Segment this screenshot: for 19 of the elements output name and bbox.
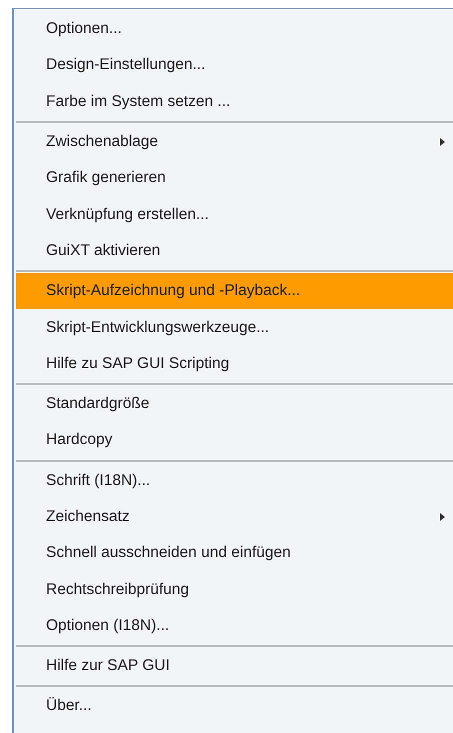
menu-item[interactable]: GuiXT aktivieren xyxy=(16,232,453,270)
menu-item[interactable]: Standardgröße xyxy=(16,386,453,422)
menu-item[interactable]: Farbe im System setzen ... xyxy=(16,84,453,120)
menu-item[interactable]: Über... xyxy=(16,688,453,725)
menu-item[interactable]: Schrift (I18N)... xyxy=(16,462,453,499)
menu-item[interactable]: Hilfe zu SAP GUI Scripting xyxy=(16,346,453,382)
menu-item[interactable]: Zwischenablage xyxy=(16,124,453,160)
menu-item[interactable]: Hilfe zur SAP GUI xyxy=(16,648,453,684)
menu-item[interactable]: Skript-Entwicklungswerkzeuge... xyxy=(16,309,453,346)
menu-item[interactable]: Schnell ausschneiden und einfügen xyxy=(16,535,453,572)
menu-item[interactable]: Rechtschreibprüfung xyxy=(16,571,453,608)
menu-item[interactable]: Verknüpfung erstellen... xyxy=(16,196,453,233)
menu-item[interactable]: Grafik generieren xyxy=(16,160,453,196)
menu-item[interactable]: Zeichensatz xyxy=(16,498,453,536)
menu-item[interactable]: Optionen (I18N)... xyxy=(16,608,453,644)
menu-item[interactable]: Optionen... xyxy=(16,11,453,48)
menu-item[interactable]: Design-Einstellungen... xyxy=(16,47,453,84)
menu-item[interactable]: Hardcopy xyxy=(16,422,453,459)
menu-item[interactable]: Skript-Aufzeichnung und -Playback... xyxy=(16,273,453,310)
